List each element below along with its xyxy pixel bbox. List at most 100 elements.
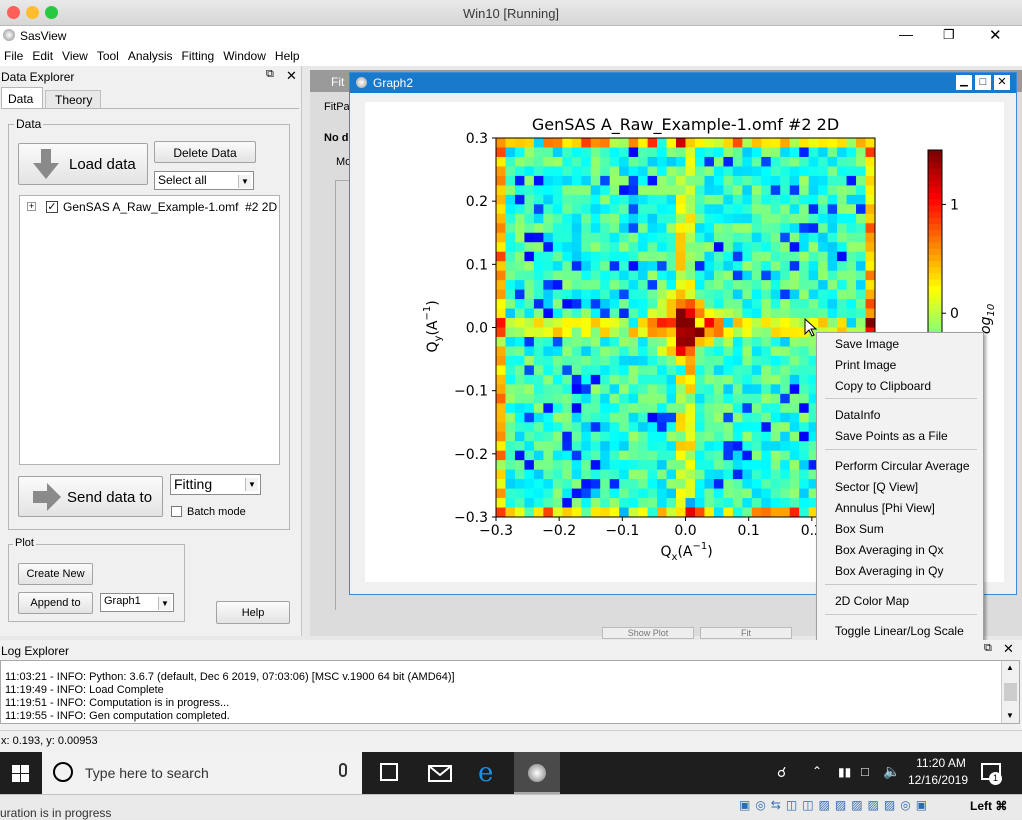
close-panel-icon[interactable]: ✕ bbox=[286, 68, 297, 84]
menu-file[interactable]: File bbox=[0, 46, 28, 63]
heatmap-cell bbox=[685, 308, 696, 319]
send-data-button[interactable]: Send data to bbox=[18, 476, 163, 517]
heatmap-cell bbox=[799, 166, 810, 177]
heatmap-cell bbox=[751, 175, 762, 186]
maximize-icon[interactable]: □ bbox=[975, 75, 991, 90]
close-icon[interactable]: ✕ bbox=[994, 75, 1010, 90]
log-text-area[interactable]: 11:03:21 - INFO: Python: 3.6.7 (default,… bbox=[0, 660, 1020, 724]
clock-date[interactable]: 12/16/2019 bbox=[906, 773, 970, 787]
heatmap-cell bbox=[704, 403, 715, 414]
heatmap-cell bbox=[837, 213, 847, 224]
menu-help[interactable]: Help bbox=[271, 46, 305, 63]
menu-edit[interactable]: Edit bbox=[28, 46, 58, 63]
heatmap-cell bbox=[543, 384, 554, 395]
menu-print-image[interactable]: Print Image bbox=[835, 358, 896, 372]
show-plot-button[interactable]: Show Plot bbox=[602, 627, 694, 639]
windows-start-icon[interactable] bbox=[12, 765, 29, 782]
fitpage-tab[interactable]: FitPa bbox=[324, 101, 350, 113]
heatmap-cell bbox=[628, 223, 639, 234]
task-view-icon[interactable] bbox=[380, 763, 398, 781]
fit-button[interactable]: Fit bbox=[700, 627, 792, 639]
menu-toggle-scale[interactable]: Toggle Linear/Log Scale bbox=[835, 624, 964, 638]
vm-device-icons[interactable]: ▣◎⇆◫◫▨▨▨▨▨◎▣ bbox=[739, 798, 932, 812]
create-new-button[interactable]: Create New bbox=[18, 563, 93, 585]
menu-box-sum[interactable]: Box Sum bbox=[835, 522, 884, 536]
menu-sector[interactable]: Sector [Q View] bbox=[835, 480, 918, 494]
minimize-icon[interactable]: — bbox=[899, 26, 913, 42]
heatmap-cell bbox=[713, 507, 724, 518]
scroll-down-icon[interactable]: ▼ bbox=[1006, 711, 1014, 720]
menu-annulus[interactable]: Annulus [Phi View] bbox=[835, 501, 935, 515]
data-tree: + ✓ GenSAS A_Raw_Example-1.omf #2 2D bbox=[19, 195, 280, 465]
graph-combo[interactable]: Graph1 ▼ bbox=[100, 593, 174, 612]
menu-fitting[interactable]: Fitting bbox=[178, 46, 220, 63]
heatmap-cell bbox=[505, 270, 516, 281]
append-to-button[interactable]: Append to bbox=[18, 592, 93, 614]
heatmap-cell bbox=[685, 289, 696, 300]
data-item[interactable]: GenSAS A_Raw_Example-1.omf #2 2D bbox=[63, 200, 277, 214]
minimize-icon[interactable]: ▁ bbox=[956, 75, 972, 90]
heatmap-cell bbox=[619, 242, 630, 253]
heatmap-cell bbox=[619, 175, 630, 186]
menu-analysis[interactable]: Analysis bbox=[124, 46, 178, 63]
expand-icon[interactable]: + bbox=[27, 202, 36, 211]
menu-box-avg-qy[interactable]: Box Averaging in Qy bbox=[835, 564, 944, 578]
y-tick-label: 0.1 bbox=[466, 257, 488, 273]
menu-window[interactable]: Window bbox=[219, 46, 271, 63]
heatmap-cell bbox=[761, 213, 772, 224]
menu-tool[interactable]: Tool bbox=[93, 46, 124, 63]
heatmap-cell bbox=[713, 175, 724, 186]
heatmap-cell bbox=[732, 242, 743, 253]
tray-chevron-icon[interactable]: ⌃ bbox=[812, 764, 822, 778]
menu-copy-clipboard[interactable]: Copy to Clipboard bbox=[835, 379, 931, 393]
menu-save-image[interactable]: Save Image bbox=[835, 337, 899, 351]
heatmap-cell bbox=[496, 318, 506, 328]
menu-circular-average[interactable]: Perform Circular Average bbox=[835, 459, 970, 473]
heatmap-cell bbox=[770, 270, 781, 281]
heatmap-cell bbox=[789, 479, 800, 489]
heatmap-cell bbox=[713, 441, 724, 452]
heatmap-cell bbox=[628, 327, 639, 338]
heatmap-cell bbox=[628, 308, 639, 319]
menu-datainfo[interactable]: DataInfo bbox=[835, 408, 880, 422]
tab-data[interactable]: Data bbox=[1, 87, 43, 109]
heatmap-cell bbox=[704, 460, 715, 471]
heatmap-cell bbox=[571, 403, 582, 414]
people-icon[interactable]: ☌ bbox=[777, 764, 786, 781]
edge-browser-icon[interactable]: e bbox=[478, 758, 493, 788]
volume-icon[interactable]: 🔈 bbox=[883, 763, 900, 780]
heatmap-cell bbox=[505, 469, 516, 480]
float-icon[interactable]: ⧉ bbox=[266, 68, 274, 81]
menu-box-avg-qx[interactable]: Box Averaging in Qx bbox=[835, 543, 944, 557]
menu-view[interactable]: View bbox=[58, 46, 93, 63]
close-icon[interactable]: ✕ bbox=[989, 26, 1002, 44]
log-scrollbar[interactable]: ▲ ▼ bbox=[1001, 661, 1019, 723]
heatmap-cell bbox=[562, 251, 573, 262]
network-icon[interactable]: □ bbox=[861, 764, 869, 779]
clock-time[interactable]: 11:20 AM bbox=[911, 756, 971, 770]
heatmap-cell bbox=[723, 242, 734, 253]
select-combo[interactable]: Select all ▼ bbox=[154, 171, 254, 190]
restore-icon[interactable]: ❐ bbox=[943, 27, 955, 43]
sasview-task-button[interactable] bbox=[514, 752, 560, 794]
taskbar-search-box[interactable]: Type here to search bbox=[42, 752, 362, 794]
load-data-button[interactable]: Load data bbox=[18, 143, 148, 185]
data-checkbox[interactable]: ✓ bbox=[46, 201, 58, 213]
batch-checkbox[interactable] bbox=[171, 506, 182, 517]
heatmap-cell bbox=[514, 431, 525, 442]
tab-theory[interactable]: Theory bbox=[45, 90, 101, 109]
heatmap-cell bbox=[581, 308, 592, 319]
heatmap-cell bbox=[676, 261, 686, 272]
delete-data-button[interactable]: Delete Data bbox=[154, 141, 256, 163]
send-target-combo[interactable]: Fitting ▼ bbox=[170, 474, 261, 495]
scroll-thumb[interactable] bbox=[1004, 683, 1017, 701]
mail-icon[interactable] bbox=[428, 763, 452, 783]
float-icon[interactable]: ⧉ bbox=[984, 642, 992, 655]
menu-color-map[interactable]: 2D Color Map bbox=[835, 594, 909, 608]
scroll-up-icon[interactable]: ▲ bbox=[1006, 663, 1014, 672]
microphone-icon[interactable] bbox=[339, 763, 347, 777]
close-panel-icon[interactable]: ✕ bbox=[1003, 641, 1014, 657]
help-button[interactable]: Help bbox=[216, 601, 290, 624]
heatmap-cell bbox=[657, 374, 667, 385]
menu-save-points[interactable]: Save Points as a File bbox=[835, 429, 948, 443]
